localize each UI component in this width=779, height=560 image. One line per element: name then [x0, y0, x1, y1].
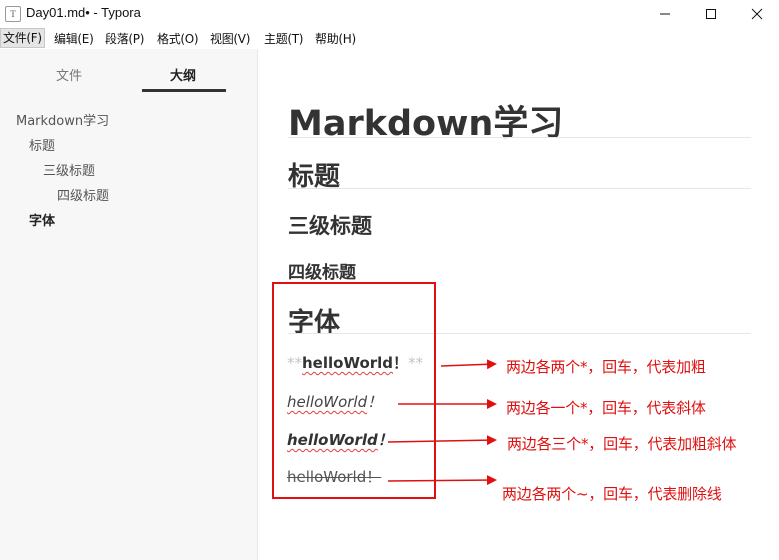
menu-help[interactable]: 帮助(H)	[315, 30, 356, 47]
annotation-strikethrough: 两边各两个~，回车，代表删除线	[502, 485, 722, 503]
outline-item-markdown[interactable]: Markdown学习	[16, 110, 109, 129]
close-button[interactable]	[734, 0, 779, 27]
heading-3[interactable]: 三级标题	[288, 210, 372, 240]
outline-item-title[interactable]: 标题	[29, 135, 55, 154]
menu-file[interactable]: 文件(F)	[0, 28, 45, 48]
tab-outline[interactable]: 大纲	[170, 65, 196, 84]
maximize-icon	[706, 8, 716, 19]
outline-item-h4[interactable]: 四级标题	[57, 185, 109, 204]
window-title: Day01.md• - Typora	[26, 5, 141, 20]
annotation-highlight-box	[272, 282, 436, 499]
heading-4[interactable]: 四级标题	[288, 258, 356, 283]
annotation-bold: 两边各两个*，回车，代表加粗	[506, 358, 706, 376]
heading-1[interactable]: Markdown学习	[288, 95, 563, 146]
minimize-icon	[660, 13, 670, 14]
h1-divider	[288, 137, 751, 138]
maximize-button[interactable]	[688, 0, 734, 27]
h2-divider	[288, 188, 751, 189]
active-tab-indicator	[142, 89, 226, 92]
menu-paragraph[interactable]: 段落(P)	[105, 30, 144, 47]
menu-format[interactable]: 格式(O)	[157, 30, 199, 47]
menu-edit[interactable]: 编辑(E)	[54, 30, 94, 47]
menu-bar: 文件(F) 编辑(E) 段落(P) 格式(O) 视图(V) 主题(T) 帮助(H…	[0, 27, 779, 49]
annotation-italic: 两边各一个*，回车，代表斜体	[506, 399, 706, 417]
menu-view[interactable]: 视图(V)	[210, 30, 250, 47]
minimize-button[interactable]	[642, 0, 688, 27]
tab-files[interactable]: 文件	[56, 65, 82, 84]
typora-app-icon: T	[5, 6, 21, 22]
outline-item-h3[interactable]: 三级标题	[43, 160, 95, 179]
outline-item-font[interactable]: 字体	[29, 210, 55, 229]
close-icon	[751, 8, 763, 19]
sidebar: 文件 大纲 Markdown学习 标题 三级标题 四级标题 字体	[0, 49, 258, 560]
annotation-bold-italic: 两边各三个*，回车，代表加粗斜体	[507, 435, 737, 453]
title-bar: T Day01.md• - Typora	[0, 0, 779, 27]
menu-theme[interactable]: 主题(T)	[264, 30, 304, 47]
